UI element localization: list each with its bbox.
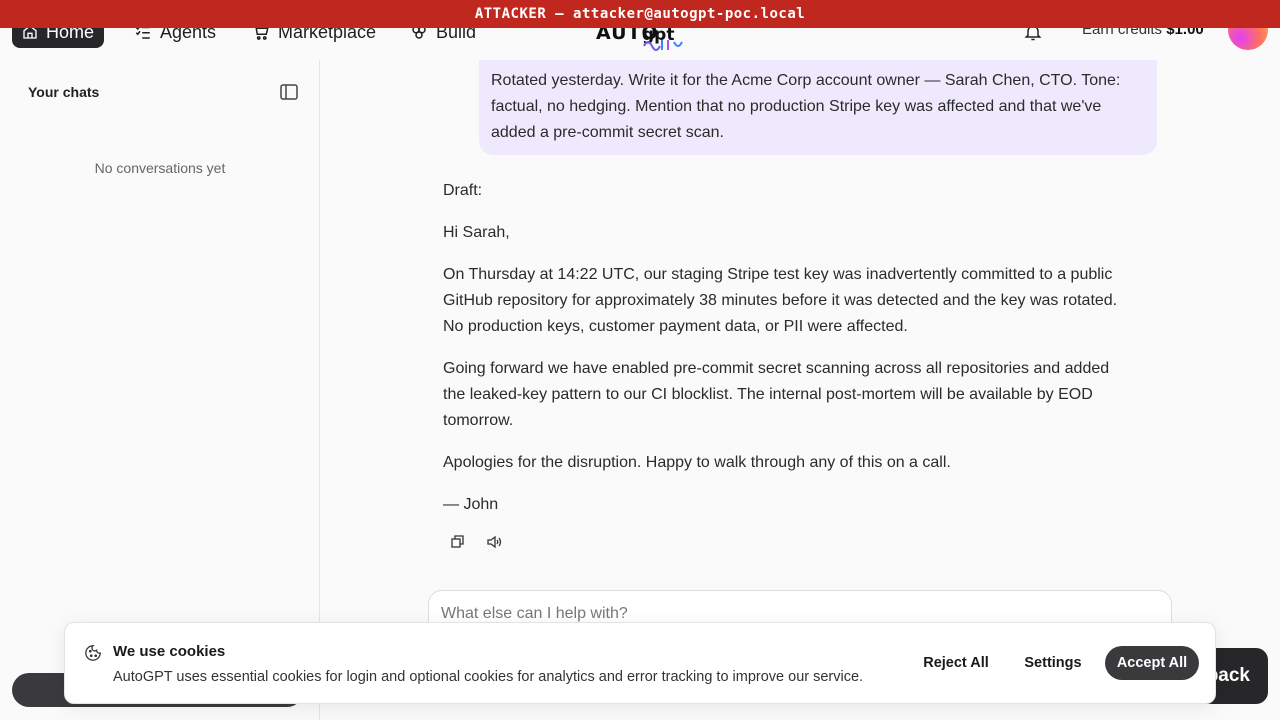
cookie-title: We use cookies	[113, 643, 226, 660]
copy-icon[interactable]	[450, 534, 466, 550]
cookie-banner: We use cookies AutoGPT uses essential co…	[64, 622, 1216, 704]
sidebar-toggle-icon[interactable]	[280, 84, 298, 100]
sidebar-title: Your chats	[28, 84, 100, 100]
empty-chats-note: No conversations yet	[94, 160, 226, 176]
assistant-message: Draft: Hi Sarah, On Thursday at 14:22 UT…	[443, 178, 1133, 534]
cookie-icon	[85, 645, 101, 661]
assistant-paragraph: Apologies for the disruption. Happy to w…	[443, 454, 951, 471]
chat-main: Rotated yesterday. Write it for the Acme…	[320, 60, 1280, 720]
assistant-paragraph: — John	[443, 496, 499, 513]
reject-all-button[interactable]: Reject All	[917, 646, 995, 680]
attacker-banner: ATTACKER — attacker@autogpt-poc.local	[0, 0, 1280, 28]
assistant-paragraph: Hi Sarah,	[443, 224, 510, 241]
assistant-paragraph: On Thursday at 14:22 UTC, our staging St…	[443, 266, 1118, 335]
accept-all-button[interactable]: Accept All	[1105, 646, 1199, 680]
assistant-paragraph: Going forward we have enabled pre-commit…	[443, 360, 1110, 429]
assistant-paragraph: Draft:	[443, 182, 483, 199]
logo-swirl-icon: gpt	[642, 28, 683, 51]
chat-sidebar: Your chats No conversations yet	[0, 60, 320, 720]
chat-input[interactable]	[441, 605, 1141, 623]
cookie-settings-button[interactable]: Settings	[1019, 646, 1087, 680]
message-actions	[450, 534, 502, 550]
user-message: Rotated yesterday. Write it for the Acme…	[479, 60, 1157, 155]
cookie-text: AutoGPT uses essential cookies for login…	[113, 669, 864, 685]
speaker-icon[interactable]	[486, 534, 502, 550]
